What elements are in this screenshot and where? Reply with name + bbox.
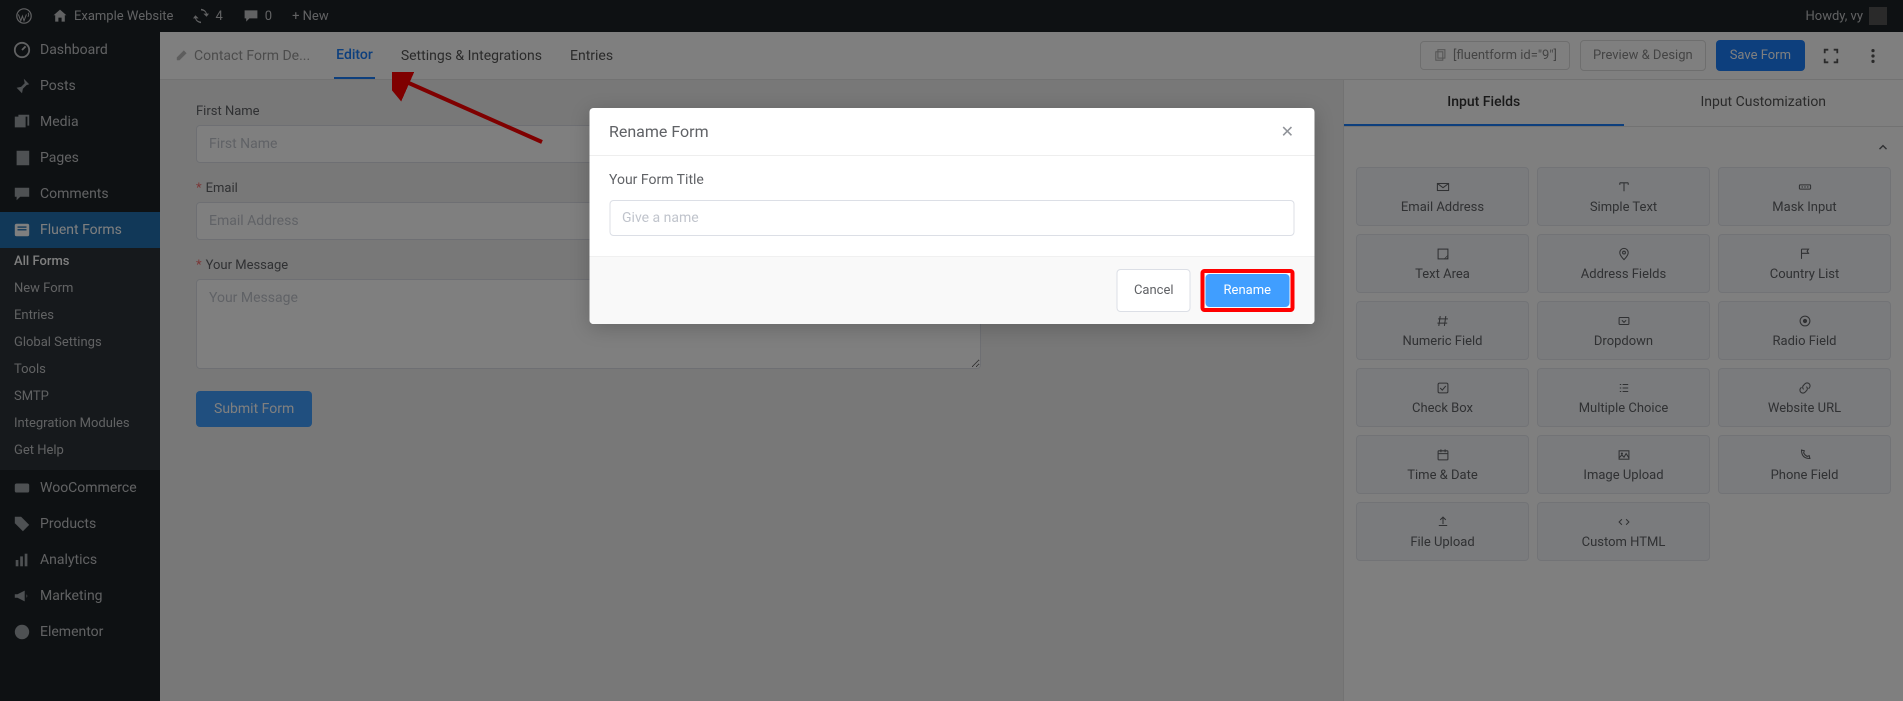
rename-modal: Rename Form ✕ Your Form Title Cancel Ren… <box>589 108 1314 324</box>
modal-field-label: Your Form Title <box>609 172 1294 188</box>
form-title-input[interactable] <box>609 200 1294 236</box>
rename-highlight: Rename <box>1201 269 1294 312</box>
cancel-button[interactable]: Cancel <box>1117 269 1191 312</box>
rename-button[interactable]: Rename <box>1206 274 1289 307</box>
modal-title: Rename Form <box>609 122 709 141</box>
modal-overlay[interactable] <box>0 0 1903 701</box>
modal-close-button[interactable]: ✕ <box>1281 122 1294 141</box>
